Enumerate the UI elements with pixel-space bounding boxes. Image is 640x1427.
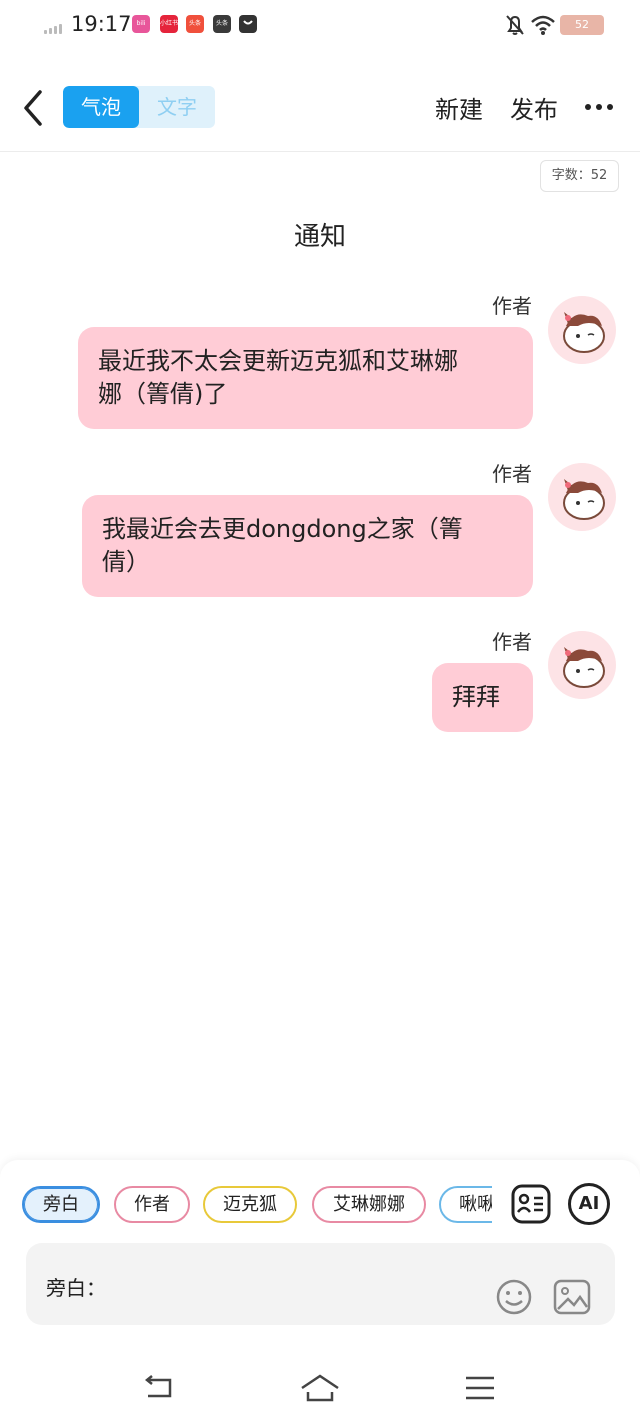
emoji-icon[interactable] bbox=[494, 1277, 534, 1317]
fox-avatar-icon bbox=[563, 312, 605, 353]
input-speaker-prefix: 旁白： bbox=[46, 1276, 106, 1300]
role-selector: 旁白 作者 迈克狐 艾琳娜娜 啾啾 bbox=[22, 1186, 492, 1224]
message-speaker: 作者 bbox=[492, 630, 532, 654]
role-chip-author[interactable]: 作者 bbox=[114, 1186, 190, 1223]
shopping-bag-icon bbox=[239, 15, 257, 33]
role-chip-ailinna[interactable]: 艾琳娜娜 bbox=[312, 1186, 426, 1223]
toutiao-icon: 头条 bbox=[186, 15, 204, 33]
tab-text[interactable]: 文字 bbox=[139, 86, 215, 128]
story-title[interactable]: 通知 bbox=[0, 216, 640, 253]
nav-back-icon[interactable] bbox=[140, 1370, 180, 1406]
message-bubble[interactable]: 最近我不太会更新迈克狐和艾琳娜 娜（箐倩)了 bbox=[78, 327, 533, 429]
fox-avatar-icon bbox=[563, 479, 605, 520]
role-chip-jiujiu[interactable]: 啾啾 bbox=[439, 1186, 492, 1223]
image-icon[interactable] bbox=[552, 1277, 592, 1317]
message-text-line: 我最近会去更dongdong之家（箐 bbox=[102, 515, 463, 543]
mute-bell-icon bbox=[506, 15, 524, 35]
status-bar: 19:17 bili 小红书 头条 头条 52 bbox=[0, 0, 640, 50]
toolbar-divider bbox=[0, 151, 640, 152]
message-bubble[interactable]: 拜拜 bbox=[432, 663, 533, 732]
system-nav-bar bbox=[0, 1350, 640, 1427]
battery-indicator: 52 bbox=[560, 15, 604, 35]
more-options-icon[interactable] bbox=[585, 104, 613, 110]
nav-home-icon[interactable] bbox=[300, 1370, 340, 1406]
message-text-line: 拜拜 bbox=[452, 683, 500, 711]
new-button[interactable]: 新建 bbox=[435, 90, 483, 125]
character-card-icon[interactable] bbox=[510, 1183, 552, 1225]
message-text-line: 倩） bbox=[102, 548, 150, 576]
message-speaker: 作者 bbox=[492, 294, 532, 318]
message-text-line: 最近我不太会更新迈克狐和艾琳娜 bbox=[98, 347, 458, 375]
fox-avatar-icon bbox=[563, 647, 605, 688]
author-avatar[interactable] bbox=[548, 296, 616, 364]
top-toolbar: 气泡 文字 新建 发布 bbox=[0, 70, 640, 146]
back-arrow-icon[interactable] bbox=[18, 88, 48, 128]
toutiao-alt-icon: 头条 bbox=[213, 15, 231, 33]
publish-button[interactable]: 发布 bbox=[510, 90, 558, 125]
wifi-icon bbox=[531, 15, 555, 35]
message-speaker: 作者 bbox=[492, 462, 532, 486]
role-chip-mike-fox[interactable]: 迈克狐 bbox=[203, 1186, 297, 1223]
word-count-badge: 字数：52 bbox=[540, 160, 619, 192]
mode-switch: 气泡 文字 bbox=[63, 86, 215, 128]
status-time: 19:17 bbox=[71, 12, 132, 36]
tab-bubble[interactable]: 气泡 bbox=[63, 86, 139, 128]
bilibili-icon: bili bbox=[132, 15, 150, 33]
nav-menu-icon[interactable] bbox=[460, 1370, 500, 1406]
message-text-line: 娜（箐倩)了 bbox=[98, 380, 228, 408]
bubble-editor-screen: 19:17 bili 小红书 头条 头条 52 气泡 文字 新建 发布 字数：5… bbox=[0, 0, 640, 1427]
author-avatar[interactable] bbox=[548, 631, 616, 699]
message-bubble[interactable]: 我最近会去更dongdong之家（箐 倩） bbox=[82, 495, 533, 597]
ai-button[interactable]: AI bbox=[568, 1183, 610, 1225]
signal-icon bbox=[44, 24, 62, 34]
role-chip-narrator[interactable]: 旁白 bbox=[22, 1186, 100, 1223]
author-avatar[interactable] bbox=[548, 463, 616, 531]
xiaohongshu-icon: 小红书 bbox=[160, 15, 178, 33]
